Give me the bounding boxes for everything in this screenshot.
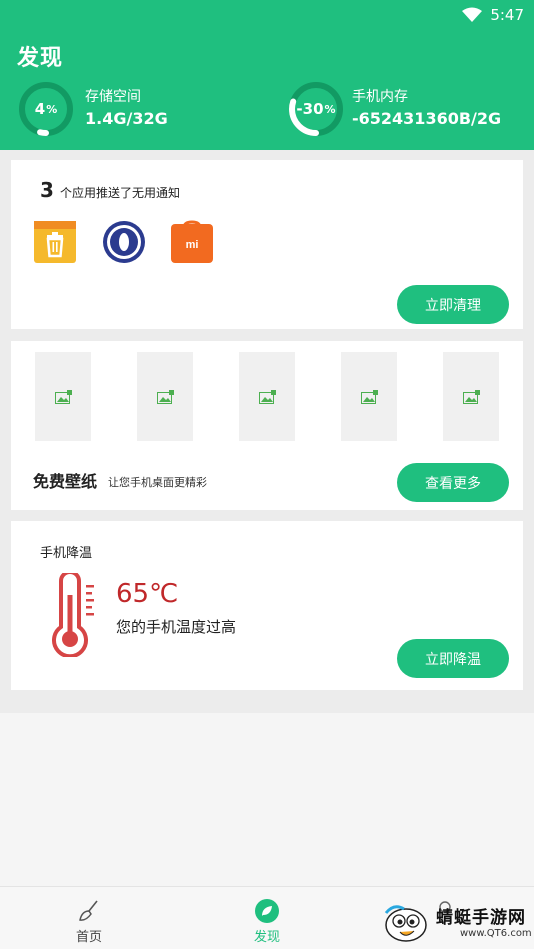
memory-gauge[interactable]: -30% (287, 80, 345, 138)
broom-icon (79, 900, 98, 921)
nav-label: 发现 (253, 930, 280, 945)
notification-count: 3 (40, 178, 54, 202)
opera-o-app-icon[interactable] (102, 220, 146, 264)
wallpaper-subtitle: 让您手机桌面更精彩 (108, 476, 207, 489)
leaf-icon (255, 899, 279, 923)
mi-store-app-icon[interactable]: mi (170, 220, 214, 264)
image-placeholder-icon (258, 389, 276, 404)
wallpaper-thumbnail[interactable] (239, 352, 295, 441)
wallpaper-thumbnail[interactable] (137, 352, 193, 441)
status-bar: 5:47 (462, 4, 524, 26)
dragonfly-mascot-icon (384, 905, 427, 942)
notification-card: 3 个应用推送了无用通知 mi 立即清理 (11, 160, 523, 329)
wallpaper-thumbnail[interactable] (443, 352, 499, 441)
memory-value: -652431360B/2G (352, 109, 502, 128)
cool-down-button[interactable]: 立即降温 (397, 639, 509, 678)
nav-item-home[interactable]: 首页 (54, 887, 124, 949)
image-placeholder-icon (54, 389, 72, 404)
page-title: 发现 (17, 46, 64, 71)
thermometer-icon (52, 573, 94, 657)
cooling-title: 手机降温 (40, 546, 93, 561)
watermark: 蜻蜓手游网 www.QT6.com (384, 895, 532, 947)
watermark-text: 蜻蜓手游网 (436, 908, 526, 928)
memory-percent: -30% (296, 100, 336, 118)
wifi-icon (462, 7, 483, 22)
image-placeholder-icon (462, 389, 480, 404)
view-more-button[interactable]: 查看更多 (397, 463, 509, 502)
status-time: 5:47 (490, 6, 524, 24)
trash-cleaner-app-icon[interactable] (33, 220, 77, 264)
storage-percent: 4% (34, 100, 58, 118)
notification-text: 个应用推送了无用通知 (60, 186, 181, 200)
temperature-value: 65℃ (116, 579, 179, 609)
image-placeholder-icon (360, 389, 378, 404)
wallpaper-title: 免费壁纸 (33, 472, 98, 491)
watermark-url: www.QT6.com (460, 928, 532, 939)
image-placeholder-icon (156, 389, 174, 404)
wallpaper-card: 免费壁纸 让您手机桌面更精彩 查看更多 (11, 341, 523, 510)
clean-now-button[interactable]: 立即清理 (397, 285, 509, 324)
wallpaper-thumbnail[interactable] (35, 352, 91, 441)
storage-gauge[interactable]: 4% (17, 80, 75, 138)
svg-text:mi: mi (186, 239, 199, 251)
nav-item-discover[interactable]: 发现 (232, 887, 302, 949)
storage-value: 1.4G/32G (85, 109, 168, 128)
memory-label: 手机内存 (352, 89, 408, 105)
wallpaper-thumbnail[interactable] (341, 352, 397, 441)
nav-label: 首页 (75, 930, 102, 945)
temperature-description: 您的手机温度过高 (116, 618, 237, 636)
storage-label: 存储空间 (85, 89, 141, 105)
cooling-card: 手机降温 65℃ 您的手机温度过高 立即降温 (11, 521, 523, 690)
header: 5:47 发现 4% 存储空间 1.4G/32G -30% 手机内存 -6524… (0, 0, 534, 156)
